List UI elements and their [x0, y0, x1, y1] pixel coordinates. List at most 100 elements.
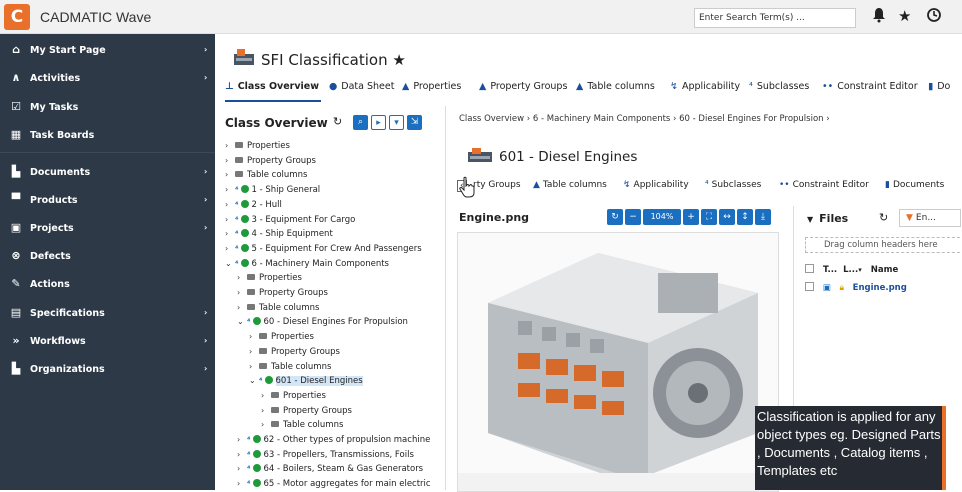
breadcrumb[interactable]: Class Overview › 6 - Machinery Main Comp… [459, 114, 830, 124]
tree-row[interactable]: › Properties [261, 389, 326, 402]
tab-properties[interactable]: ▲ Properties [402, 81, 461, 92]
column-name[interactable]: Name [871, 265, 898, 275]
tab-property-groups[interactable]: ▲ Property Groups [479, 81, 567, 92]
chevron-right-icon[interactable]: › [225, 154, 235, 167]
sidebar-item-workflows[interactable]: » Workflows › [0, 332, 215, 352]
tree-row[interactable]: › ⁴ 62 - Other types of propulsion machine [237, 433, 430, 446]
chevron-right-icon[interactable]: › [237, 433, 247, 446]
select-all-checkbox[interactable] [805, 264, 814, 273]
chevron-right-icon[interactable]: › [261, 389, 271, 402]
column-type[interactable]: T... [823, 265, 837, 275]
tree-row[interactable]: › Table columns [237, 301, 319, 314]
chevron-right-icon[interactable]: › [249, 330, 259, 343]
tab-applicability[interactable]: ↯ Applicability [670, 81, 740, 92]
tab-documents[interactable]: ▮ Do [928, 81, 950, 92]
chevron-right-icon[interactable]: › [237, 448, 247, 461]
tree-row[interactable]: › Properties [237, 271, 302, 284]
row-checkbox[interactable] [805, 282, 814, 291]
sidebar-item-specifications[interactable]: ▤ Specifications › [0, 304, 215, 324]
tree-row[interactable]: › Table columns [249, 360, 331, 373]
group-by-drop-zone[interactable]: Drag column headers here [805, 237, 962, 253]
refresh-icon[interactable]: ↻ [879, 211, 888, 224]
tree-dropdown-button[interactable]: ▾ [389, 115, 404, 130]
tab-property-groups[interactable]: rty Groups [473, 180, 521, 190]
chevron-right-icon[interactable]: › [225, 168, 235, 181]
refresh-icon[interactable]: ↻ [333, 115, 342, 128]
sidebar-item-actions[interactable]: ✎ Actions [0, 275, 215, 295]
sidebar-item-my-start-page[interactable]: ⌂ My Start Page › [0, 41, 215, 61]
chevron-right-icon[interactable]: › [261, 404, 271, 417]
panel-splitter[interactable] [445, 106, 446, 490]
tree-row[interactable]: › ⁴ 1 - Ship General [225, 183, 320, 196]
tab-constraint-editor[interactable]: •• Constraint Editor [822, 81, 918, 92]
zoom-in-button[interactable]: + [683, 209, 699, 225]
tree-row[interactable]: › Table columns [261, 418, 343, 431]
cadmatic-logo[interactable]: C [4, 4, 30, 30]
chevron-right-icon[interactable]: › [225, 242, 235, 255]
bell-icon[interactable] [872, 7, 886, 27]
sidebar-item-defects[interactable]: ⊗ Defects [0, 247, 215, 267]
tree-row[interactable]: › Properties [249, 330, 314, 343]
zoom-out-button[interactable]: − [625, 209, 641, 225]
chevron-down-icon[interactable]: ⌄ [237, 315, 247, 328]
fit-width-button[interactable]: ↔ [719, 209, 735, 225]
tree-row[interactable]: › Property Groups [249, 345, 340, 358]
sidebar-item-products[interactable]: ▀ Products › [0, 191, 215, 211]
tree-expand-button[interactable]: ▸ [371, 115, 386, 130]
tree-row[interactable]: › ⁴ 5 - Equipment For Crew And Passengers [225, 242, 422, 255]
chevron-right-icon[interactable]: › [249, 360, 259, 373]
chevron-right-icon[interactable]: › [237, 477, 247, 490]
tab-subclasses[interactable]: ⁴ Subclasses [749, 81, 809, 92]
chevron-right-icon[interactable]: › [225, 198, 235, 211]
sidebar-item-activities[interactable]: ∧ Activities › [0, 69, 215, 89]
chevron-right-icon[interactable]: › [261, 418, 271, 431]
tree-row[interactable]: ⌄ ⁴ 6 - Machinery Main Components [225, 257, 389, 270]
tree-row[interactable]: › ⁴ 3 - Equipment For Cargo [225, 213, 355, 226]
tree-row[interactable]: › Property Groups [261, 404, 352, 417]
tree-row[interactable]: › ⁴ 4 - Ship Equipment [225, 227, 333, 240]
tree-hierarchy-button[interactable]: ⇲ [407, 115, 422, 130]
tree-row[interactable]: › Table columns [225, 168, 307, 181]
tree-row[interactable]: › Property Groups [225, 154, 316, 167]
chevron-right-icon[interactable]: › [237, 301, 247, 314]
tree-row[interactable]: ⌄ ⁴ 601 - Diesel Engines [249, 374, 363, 387]
tree-row[interactable]: › ⁴ 64 - Boilers, Steam & Gas Generators [237, 462, 423, 475]
chevron-right-icon[interactable]: › [225, 139, 235, 152]
rotate-button[interactable]: ↻ [607, 209, 623, 225]
fit-screen-button[interactable]: ⛶ [701, 209, 717, 225]
tree-row[interactable]: › ⁴ 63 - Propellers, Transmissions, Foils [237, 448, 414, 461]
chevron-right-icon[interactable]: › [237, 286, 247, 299]
chevron-right-icon[interactable]: › [225, 227, 235, 240]
tab-constraint-editor[interactable]: •• Constraint Editor [779, 180, 869, 190]
sidebar-item-my-tasks[interactable]: ☑ My Tasks [0, 98, 215, 118]
chevron-down-icon[interactable]: ⌄ [249, 374, 259, 387]
column-lock[interactable]: L... [843, 265, 858, 275]
tab-subclasses[interactable]: ⁴ Subclasses [705, 180, 761, 190]
tree-row[interactable]: ⌄ ⁴ 60 - Diesel Engines For Propulsion [237, 315, 408, 328]
fit-height-button[interactable]: ↕ [737, 209, 753, 225]
file-name[interactable]: Engine.png [853, 283, 907, 293]
tab-applicability[interactable]: ↯ Applicability [623, 180, 689, 190]
chevron-right-icon[interactable]: › [225, 213, 235, 226]
tab-table-columns[interactable]: ▲ Table columns [576, 81, 655, 92]
tree-search-button[interactable]: ⌕ [353, 115, 368, 130]
tree-row[interactable]: › Property Groups [237, 286, 328, 299]
tree-row[interactable]: › ⁴ 2 - Hull [225, 198, 282, 211]
files-filter-input[interactable]: ▼ En... [899, 209, 961, 227]
chevron-right-icon[interactable]: › [225, 183, 235, 196]
chevron-right-icon[interactable]: › [237, 462, 247, 475]
zoom-level[interactable]: 104% [643, 209, 681, 225]
download-button[interactable]: ⤓ [755, 209, 771, 225]
tab-documents[interactable]: ▮ Documents [885, 180, 944, 190]
tree-row[interactable]: › Properties [225, 139, 290, 152]
file-row[interactable]: ▣ 🔒︎ Engine.png [805, 282, 907, 293]
collapse-icon[interactable]: ▼ [807, 215, 813, 224]
star-icon[interactable]: ★ [898, 7, 911, 25]
tab-data-sheet[interactable]: ● Data Sheet [329, 81, 394, 92]
chevron-right-icon[interactable]: › [237, 271, 247, 284]
tab-table-columns[interactable]: ▲ Table columns [533, 180, 607, 190]
chevron-down-icon[interactable]: ⌄ [225, 257, 235, 270]
engine-image[interactable] [457, 232, 779, 492]
chevron-right-icon[interactable]: › [249, 345, 259, 358]
history-icon[interactable] [926, 7, 942, 27]
